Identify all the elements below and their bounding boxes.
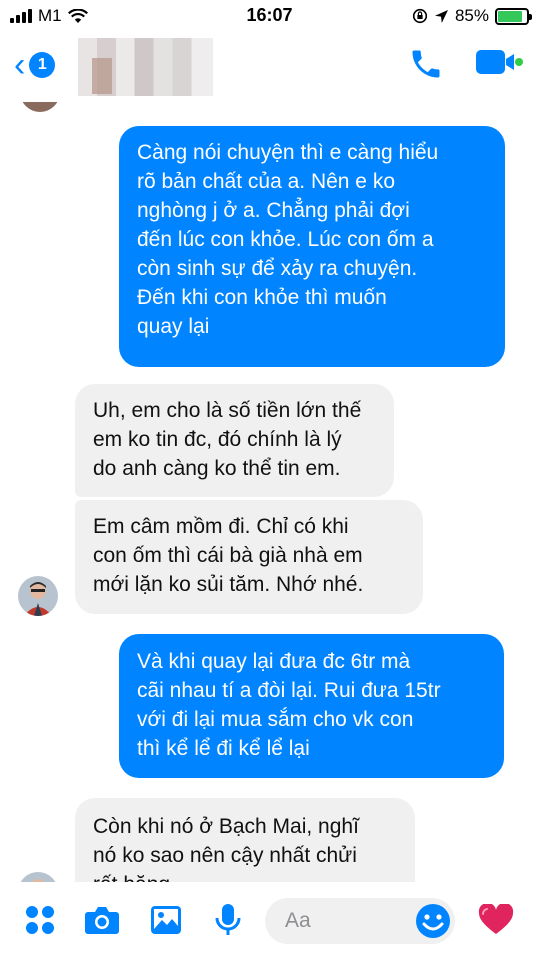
video-call-icon[interactable] — [474, 48, 524, 78]
message-line: con ốm thì cái bà già nhà em — [93, 544, 363, 567]
avatar[interactable] — [18, 872, 58, 882]
message-line: cãi nhau tí a đòi lại. Rui đưa 15tr — [137, 679, 441, 702]
message-composer[interactable] — [265, 898, 455, 944]
message-list[interactable]: Càng nói chuyện thì e càng hiểu rõ bản c… — [0, 102, 539, 882]
more-apps-icon — [26, 906, 54, 934]
message-line: Uh, em cho là số tiền lớn thế — [93, 399, 362, 422]
status-right: 85% — [412, 6, 532, 26]
status-bar: M1 16:07 85% — [0, 0, 539, 32]
message-line: mới lặn ko sủi tăm. Nhớ nhé. — [93, 573, 364, 596]
back-button[interactable]: ‹ 1 — [14, 46, 56, 84]
message-line: còn sinh sự để xảy ra chuyện. — [137, 257, 418, 280]
chevron-left-icon: ‹ — [14, 46, 26, 84]
message-line: rõ bản chất của a. Nên e ko — [137, 170, 395, 193]
battery-fill — [498, 10, 522, 22]
message-line: Càng nói chuyện thì e càng hiểu — [137, 141, 439, 164]
message-bubble-incoming[interactable]: Còn khi nó ở Bạch Mai, nghĩ nó ko sao nê… — [75, 798, 415, 882]
avatar-partial-top — [20, 102, 60, 112]
avatar-image — [18, 872, 58, 882]
avatar[interactable] — [18, 576, 58, 616]
message-bubble-incoming[interactable]: Em câm mồm đi. Chỉ có khi con ốm thì cái… — [75, 500, 423, 614]
gallery-icon — [151, 906, 181, 934]
message-line: Đến khi con khỏe thì muốn — [137, 286, 387, 309]
microphone-icon — [215, 904, 241, 935]
message-line: nó ko sao nên cậy nhất chửi — [93, 844, 357, 867]
more-apps-button[interactable] — [22, 902, 58, 938]
phone-icon[interactable] — [408, 46, 444, 82]
voice-button[interactable] — [210, 902, 246, 938]
message-line: rất hăng — [93, 870, 397, 882]
message-line: Em câm mồm đi. Chỉ có khi — [93, 515, 349, 538]
orientation-lock-icon — [412, 8, 428, 24]
like-heart-button[interactable] — [478, 902, 514, 938]
avatar-image — [18, 576, 58, 616]
message-bubble-incoming[interactable]: Uh, em cho là số tiền lớn thế em ko tin … — [75, 384, 394, 497]
heart-icon — [478, 904, 514, 934]
unread-badge: 1 — [29, 52, 56, 78]
conversation-header: ‹ 1 — [0, 32, 539, 102]
emoji-icon[interactable] — [415, 903, 451, 939]
contact-name-blurred[interactable] — [78, 38, 213, 96]
message-line: thì kể lể đi kể lể lại — [137, 737, 310, 760]
location-icon — [434, 9, 448, 23]
message-line: Và khi quay lại đưa đc 6tr mà — [137, 650, 411, 673]
gallery-button[interactable] — [148, 902, 184, 938]
message-input[interactable] — [285, 906, 405, 936]
camera-button[interactable] — [84, 902, 120, 938]
message-line: đến lúc con khỏe. Lúc con ốm a — [137, 228, 434, 251]
message-bubble-outgoing[interactable]: Và khi quay lại đưa đc 6tr mà cãi nhau t… — [119, 634, 504, 778]
message-line: với đi lại mua sắm cho vk con — [137, 708, 414, 731]
message-line: quay lại — [137, 315, 210, 338]
message-line: do anh càng ko thể tin em. — [93, 457, 341, 480]
camera-icon — [85, 907, 119, 934]
online-indicator — [515, 58, 523, 66]
message-line: em ko tin đc, đó chính là lý — [93, 428, 342, 451]
message-bubble-outgoing[interactable]: Càng nói chuyện thì e càng hiểu rõ bản c… — [119, 126, 505, 367]
message-line: Còn khi nó ở Bạch Mai, nghĩ — [93, 815, 359, 838]
composer-toolbar — [0, 882, 539, 960]
battery-percent: 85% — [454, 6, 489, 25]
battery-icon — [495, 7, 532, 25]
message-line: nghòng j ở a. Chẳng phải đợi — [137, 199, 410, 222]
